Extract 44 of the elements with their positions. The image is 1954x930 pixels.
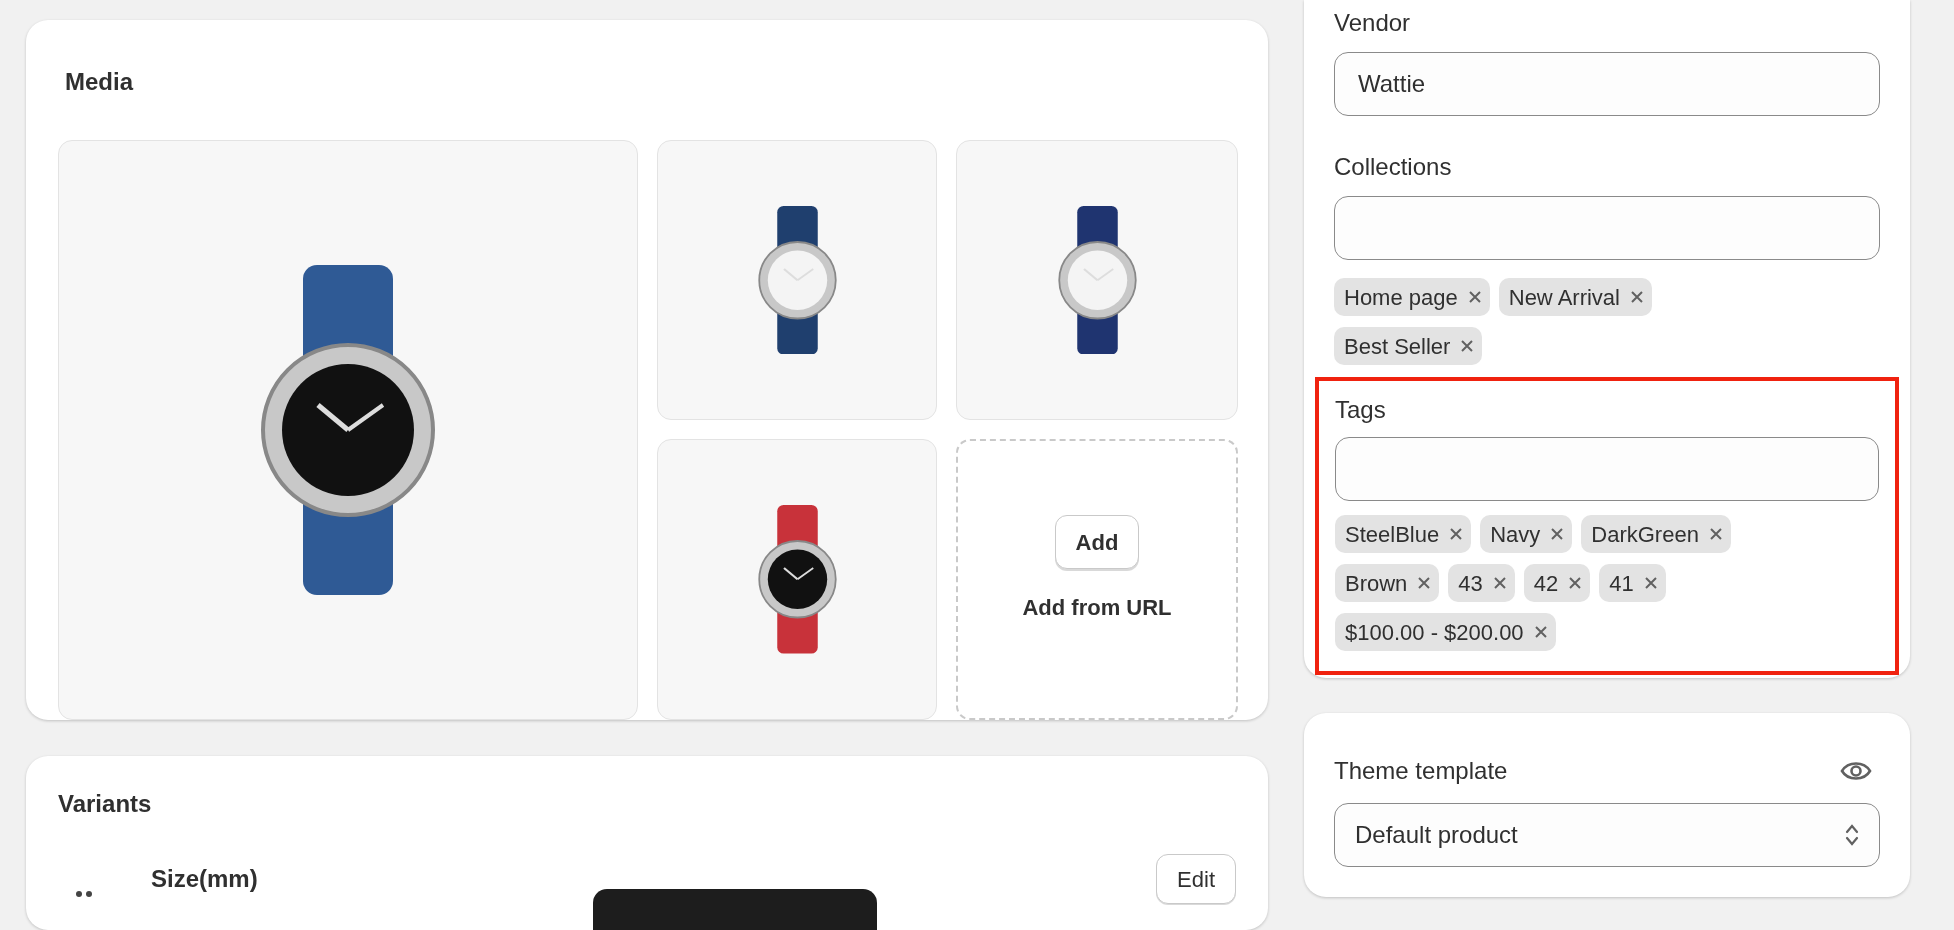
remove-icon[interactable] [1533,625,1548,639]
remove-icon[interactable] [1460,339,1475,353]
tag-label: SteelBlue [1345,520,1440,549]
edit-button[interactable]: Edit [1156,854,1236,904]
card-title: Variants [58,789,153,819]
tag-label: Brown [1345,569,1408,598]
add-button[interactable]: Add [1054,515,1140,569]
add-from-url-link[interactable]: Add from URL [1022,591,1172,624]
tag-label: DarkGreen [1591,520,1699,549]
option-name: Size(mm) [151,864,258,894]
field-label: Vendor [1334,8,1412,38]
tag-label: Best Seller [1344,332,1451,361]
photo-tile[interactable] [657,439,937,720]
vendor-field[interactable]: Wattie [1334,52,1880,116]
tag-label: 42 [1533,569,1559,598]
remove-icon[interactable] [1630,290,1644,304]
remove-icon[interactable] [1492,576,1507,590]
tag-label: New Arrival [1508,283,1620,312]
tags-field[interactable] [1335,437,1879,501]
select-value: Default product [1355,820,1518,850]
remove-icon[interactable] [1467,290,1482,304]
remove-icon[interactable] [1568,576,1583,590]
eye-icon[interactable] [1840,760,1872,782]
collections-field[interactable] [1334,196,1880,260]
drag-handle-icon[interactable] [76,889,92,899]
remove-icon[interactable] [1643,576,1658,590]
photo-tile[interactable] [58,140,638,720]
remove-icon[interactable] [1708,527,1723,541]
tag-label: 41 [1609,569,1634,598]
tag-label: $100.00 - $200.00 [1345,618,1524,647]
remove-icon[interactable] [1417,576,1432,590]
field-label: Tags [1335,395,1387,425]
field-label: Theme template [1334,756,1508,786]
photo-tile[interactable] [956,140,1238,420]
card-title: Media [65,67,135,97]
tag-label: 43 [1458,569,1483,598]
template-select[interactable]: Default product [1334,803,1880,867]
photo-tile[interactable] [657,140,937,420]
tag-label: Home page [1344,283,1458,312]
field-label: Collections [1334,152,1453,182]
remove-icon[interactable] [1550,527,1565,541]
tag-label: Navy [1490,520,1541,549]
remove-icon[interactable] [1449,527,1464,541]
chevron-up-down-icon [1845,823,1859,847]
